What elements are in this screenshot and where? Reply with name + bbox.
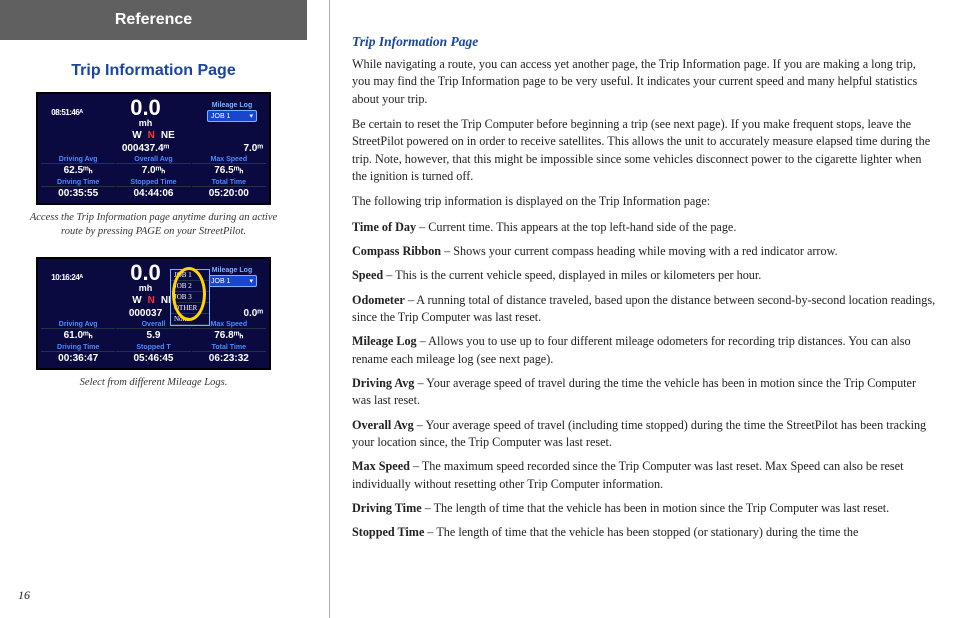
definition-item: Compass Ribbon – Shows your current comp… [352,243,936,260]
definition-desc: – Allows you to use up to four different… [352,334,911,365]
val-total-time: 05:20:00 [192,186,266,200]
definition-desc: – This is the current vehicle speed, dis… [383,268,761,282]
val-driving-time: 00:35:55 [41,186,115,200]
hdr-stopped-time-2: Stopped T [116,342,190,351]
definition-item: Stopped Time – The length of time that t… [352,524,936,541]
definition-term: Odometer [352,293,405,307]
mileage-log-selected: JOB 1 [211,113,230,120]
definition-desc: – The length of time that the vehicle ha… [422,501,890,515]
definition-item: Odometer – A running total of distance t… [352,292,936,327]
left-column: Reference Trip Information Page 08:51:46… [0,0,330,618]
definition-term: Time of Day [352,220,416,234]
mileage-log-option[interactable]: None [171,314,209,325]
definition-item: Speed – This is the current vehicle spee… [352,267,936,284]
page-number: 16 [18,588,30,603]
val-driving-avg: 62.5ᵐₕ [41,163,115,177]
compass-ne: NE [161,130,175,141]
definition-term: Stopped Time [352,525,424,539]
section-title: Trip Information Page [0,62,307,80]
val-max-speed-2: 76.8ᵐₕ [192,328,266,342]
definition-term: Driving Avg [352,376,414,390]
compass-w: W [132,130,141,141]
definition-desc: – Your average speed of travel (includin… [352,418,926,449]
mileage-log-menu[interactable]: JOB 1 JOB 2 JOB 3 OTHER None [170,269,210,326]
compass-ribbon-2: W N NE [41,293,266,308]
mileage-log-dropdown-2[interactable]: JOB 1 ▾ [207,275,257,287]
hdr-driving-time-2: Driving Time [41,342,115,351]
chevron-down-icon: ▾ [249,277,253,285]
definition-item: Time of Day – Current time. This appears… [352,219,936,236]
hdr-max-speed: Max Speed [192,154,266,163]
definition-desc: – Shows your current compass heading whi… [441,244,838,258]
right-column: Trip Information Page While navigating a… [330,0,954,618]
page: Reference Trip Information Page 08:51:46… [0,0,954,618]
definition-term: Compass Ribbon [352,244,441,258]
mileage-log-option[interactable]: JOB 3 [171,292,209,303]
mileage-log-cell: Mileage Log JOB 1 ▾ [198,97,266,128]
definition-term: Speed [352,268,383,282]
screenshot-trip-info-2: 10:16:24ᴬ 0.0mh Mileage Log JOB 1▾ W N N… [36,257,271,370]
definition-desc: – The length of time that the vehicle ha… [424,525,858,539]
odometer: 000437.4ᵐ [94,143,197,154]
hdr-driving-avg-2: Driving Avg [41,319,115,328]
definition-list: Time of Day – Current time. This appears… [352,219,936,542]
val-overall-avg-2: 5.9 [116,328,190,342]
definition-term: Overall Avg [352,418,414,432]
definition-item: Driving Avg – Your average speed of trav… [352,375,936,410]
caption-1: Access the Trip Information page anytime… [28,211,279,239]
reference-banner: Reference [0,0,307,40]
definition-item: Overall Avg – Your average speed of trav… [352,417,936,452]
definition-desc: – A running total of distance traveled, … [352,293,935,324]
hdr-total-time: Total Time [192,177,266,186]
hdr-driving-avg: Driving Avg [41,154,115,163]
val-driving-time-2: 00:36:47 [41,351,115,365]
definition-term: Max Speed [352,459,410,473]
paragraph-3: The following trip information is displa… [352,193,936,210]
mileage-log-value: 7.0ᵐ [198,143,266,154]
definition-term: Mileage Log [352,334,417,348]
val-overall-avg: 7.0ᵐₕ [116,163,190,177]
compass-ribbon: W N NE [41,128,266,143]
val-stopped-time: 04:44:06 [116,186,190,200]
definition-desc: – Your average speed of travel during th… [352,376,916,407]
definition-term: Driving Time [352,501,422,515]
speed-unit: mh [94,119,197,128]
paragraph-2: Be certain to reset the Trip Computer be… [352,116,936,185]
definition-item: Max Speed – The maximum speed recorded s… [352,458,936,493]
val-driving-avg-2: 61.0ᵐₕ [41,328,115,342]
caption-2: Select from different Mileage Logs. [28,376,279,390]
compass-w-2: W [132,295,141,306]
val-max-speed: 76.5ᵐₕ [192,163,266,177]
compass-n-2: N [148,295,155,306]
paragraph-1: While navigating a route, you can access… [352,56,936,108]
speed-value: 0.0 [94,97,197,119]
definition-desc: – The maximum speed recorded since the T… [352,459,903,490]
val-total-time-2: 06:23:32 [192,351,266,365]
definition-item: Mileage Log – Allows you to use up to fo… [352,333,936,368]
compass-n: N [148,130,155,141]
mileage-log-header: Mileage Log [198,102,266,109]
hdr-driving-time: Driving Time [41,177,115,186]
definition-desc: – Current time. This appears at the top … [416,220,736,234]
screenshot-trip-info-1: 08:51:46ᴬ 0.0mh Mileage Log JOB 1 ▾ W N N… [36,92,271,205]
hdr-total-time-2: Total Time [192,342,266,351]
definition-item: Driving Time – The length of time that t… [352,500,936,517]
mileage-log-option[interactable]: JOB 1 [171,270,209,281]
mileage-log-dropdown[interactable]: JOB 1 ▾ [207,110,257,122]
mileage-log-option[interactable]: JOB 2 [171,281,209,292]
time-of-day-2: 10:16:24ᴬ [41,262,93,293]
mileage-log-selected-2: JOB 1 [211,278,230,285]
speed-readout: 0.0mh [94,97,197,128]
mileage-log-option[interactable]: OTHER [171,303,209,314]
val-stopped-time-2: 05:46:45 [116,351,190,365]
right-title: Trip Information Page [352,34,936,50]
hdr-overall-avg: Overall Avg [116,154,190,163]
hdr-stopped-time: Stopped Time [116,177,190,186]
chevron-down-icon: ▾ [249,112,253,120]
time-of-day: 08:51:46ᴬ [41,97,93,128]
